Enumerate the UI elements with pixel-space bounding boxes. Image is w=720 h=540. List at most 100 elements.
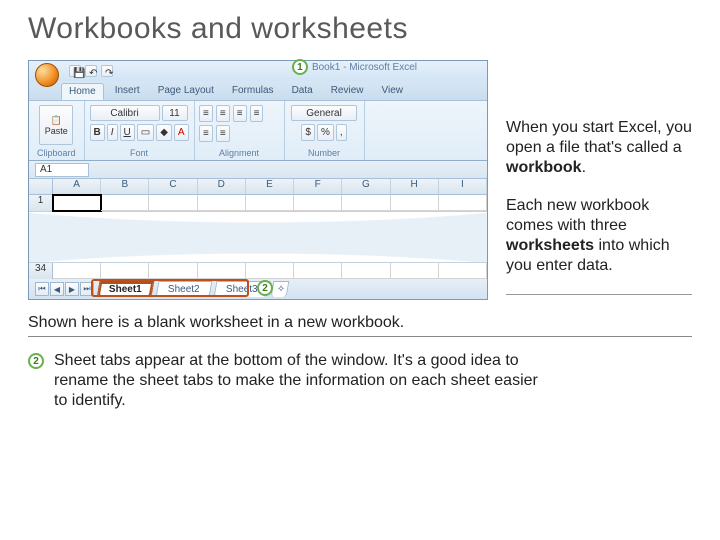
cell[interactable]	[391, 263, 439, 279]
cell[interactable]	[246, 263, 294, 279]
callout-badge-2-inline: 2	[28, 353, 44, 369]
prev-sheet-icon[interactable]: ◀	[50, 282, 64, 296]
align-right-icon[interactable]: ≡	[216, 125, 230, 142]
text: .	[582, 159, 586, 176]
tab-view[interactable]: View	[374, 83, 410, 100]
cell[interactable]	[198, 195, 246, 211]
cell[interactable]	[101, 263, 149, 279]
col-a[interactable]: A	[53, 179, 101, 194]
next-sheet-icon[interactable]: ▶	[65, 282, 79, 296]
cell[interactable]	[198, 263, 246, 279]
col-i[interactable]: I	[439, 179, 487, 194]
cell[interactable]	[101, 195, 149, 211]
callout-badge-2: 2	[257, 280, 273, 296]
align-bottom-icon[interactable]: ≡	[233, 105, 247, 122]
first-sheet-icon[interactable]: ⏮	[35, 282, 49, 296]
font-group-label: Font	[130, 148, 148, 158]
bold-button[interactable]: B	[90, 124, 105, 141]
alignment-group-label: Alignment	[219, 148, 259, 158]
tab-home[interactable]: Home	[61, 83, 104, 100]
sheet-tab-1[interactable]: Sheet1	[97, 281, 155, 297]
tab-page-layout[interactable]: Page Layout	[151, 83, 221, 100]
align-top-icon[interactable]: ≡	[199, 105, 213, 122]
clipboard-group-label: Clipboard	[37, 148, 76, 158]
undo-icon[interactable]: ↶	[85, 65, 97, 77]
ribbon-group-number: General $ % , Number	[285, 101, 365, 160]
align-center-icon[interactable]: ≡	[199, 125, 213, 142]
italic-button[interactable]: I	[107, 124, 118, 141]
redo-icon[interactable]: ↷	[101, 65, 113, 77]
save-icon[interactable]: 💾	[69, 65, 81, 77]
currency-icon[interactable]: $	[301, 124, 315, 141]
col-h[interactable]: H	[391, 179, 439, 194]
font-name-select[interactable]: Calibri	[90, 105, 160, 121]
grid-row-1: 1	[29, 195, 487, 211]
fill-color-button[interactable]: ◆	[156, 124, 172, 141]
excel-screenshot: 💾 ↶ ↷ 1 Book1 - Microsoft Excel Home Ins…	[28, 60, 488, 300]
percent-icon[interactable]: %	[317, 124, 334, 141]
tab-review[interactable]: Review	[324, 83, 371, 100]
lower-section: Shown here is a blank worksheet in a new…	[0, 300, 720, 411]
office-button-icon[interactable]	[35, 63, 59, 87]
sheet-tab-bar: ⏮ ◀ ▶ ⏭ Sheet1 Sheet2 Sheet3 ✧ 2	[29, 279, 487, 299]
callout-badge-1: 1	[292, 59, 308, 75]
cell[interactable]	[439, 195, 487, 211]
col-e[interactable]: E	[246, 179, 294, 194]
row-34-label[interactable]: 34	[29, 263, 53, 279]
last-sheet-icon[interactable]: ⏭	[80, 282, 94, 296]
window-title: Book1 - Microsoft Excel	[312, 62, 417, 73]
number-format-select[interactable]: General	[291, 105, 357, 121]
divider	[506, 294, 692, 295]
ribbon: 📋 Paste Clipboard Calibri 11 B	[29, 101, 487, 161]
sheet-nav-arrows: ⏮ ◀ ▶ ⏭	[35, 282, 94, 296]
number-group-label: Number	[308, 148, 340, 158]
cell[interactable]	[391, 195, 439, 211]
col-f[interactable]: F	[294, 179, 342, 194]
border-button[interactable]: ▭	[137, 124, 154, 141]
cell[interactable]	[149, 195, 197, 211]
underline-button[interactable]: U	[120, 124, 135, 141]
bold-term-workbook: workbook	[506, 159, 582, 176]
col-c[interactable]: C	[149, 179, 197, 194]
cell[interactable]	[53, 263, 101, 279]
ribbon-tabs: Home Insert Page Layout Formulas Data Re…	[29, 81, 487, 101]
name-box[interactable]: A1	[35, 163, 89, 177]
paste-label: Paste	[45, 126, 68, 136]
formula-bar: A1	[29, 161, 487, 179]
align-middle-icon[interactable]: ≡	[216, 105, 230, 122]
ribbon-group-clipboard: 📋 Paste Clipboard	[29, 101, 85, 160]
new-sheet-icon[interactable]: ✧	[271, 281, 290, 297]
font-size-select[interactable]: 11	[162, 105, 188, 121]
cell[interactable]	[439, 263, 487, 279]
cell[interactable]	[342, 263, 390, 279]
col-d[interactable]: D	[198, 179, 246, 194]
text: Each new workbook comes with three	[506, 197, 649, 234]
text: When you start Excel, you open a file th…	[506, 119, 692, 156]
row-1-label[interactable]: 1	[29, 195, 53, 211]
quick-access-toolbar: 💾 ↶ ↷	[69, 65, 113, 77]
cell[interactable]	[149, 263, 197, 279]
tab-insert[interactable]: Insert	[108, 83, 147, 100]
grid-row-34: 34	[29, 263, 487, 279]
font-color-button[interactable]: A	[174, 124, 189, 141]
cell[interactable]	[246, 195, 294, 211]
bullet-item-2: 2 Sheet tabs appear at the bottom of the…	[28, 351, 548, 411]
col-b[interactable]: B	[101, 179, 149, 194]
sheet-tab-2[interactable]: Sheet2	[155, 281, 212, 297]
comma-icon[interactable]: ,	[336, 124, 347, 141]
col-g[interactable]: G	[342, 179, 390, 194]
align-left-icon[interactable]: ≡	[250, 105, 264, 122]
paste-button[interactable]: 📋 Paste	[39, 105, 73, 145]
cell[interactable]	[294, 263, 342, 279]
cell-a1[interactable]	[53, 195, 101, 211]
grid-collapsed-indicator	[29, 211, 487, 263]
tab-formulas[interactable]: Formulas	[225, 83, 281, 100]
ribbon-group-font: Calibri 11 B I U ▭ ◆ A Font	[85, 101, 195, 160]
cell[interactable]	[294, 195, 342, 211]
bold-term-worksheets: worksheets	[506, 237, 594, 254]
excel-titlebar: 💾 ↶ ↷ 1 Book1 - Microsoft Excel	[29, 61, 487, 81]
cell[interactable]	[342, 195, 390, 211]
tab-data[interactable]: Data	[285, 83, 320, 100]
slide-title: Workbooks and worksheets	[0, 0, 720, 46]
ribbon-group-alignment: ≡ ≡ ≡ ≡ ≡ ≡ Alignment	[195, 101, 285, 160]
